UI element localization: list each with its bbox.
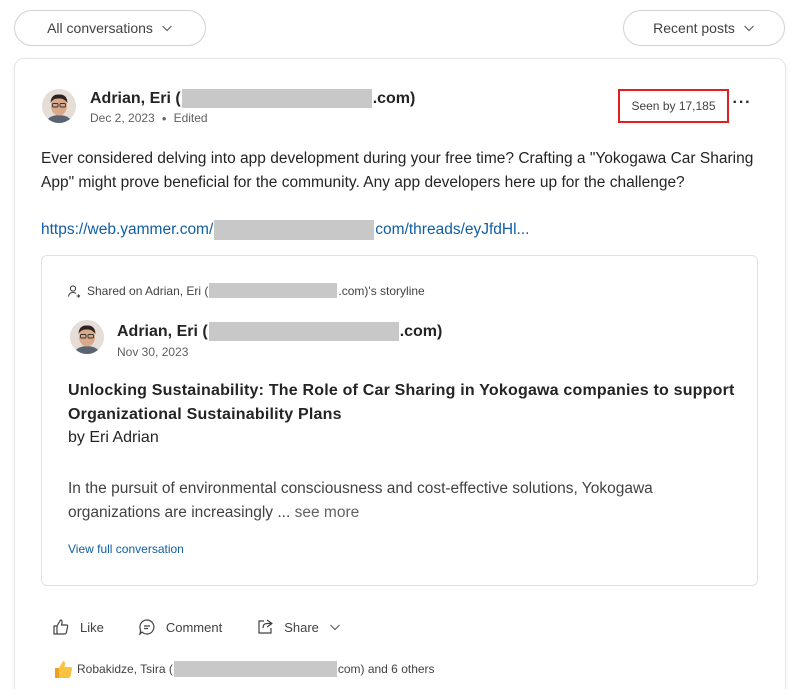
post-link[interactable]: https://web.yammer.com/ com/threads/eyJf…: [41, 220, 529, 240]
like-label: Like: [80, 619, 104, 635]
redacted-email: [208, 322, 399, 341]
author-name[interactable]: Adrian, Eri ( .com): [90, 89, 415, 108]
chevron-down-icon: [329, 624, 340, 631]
link-suffix: com/threads/eyJfdHl...: [375, 221, 530, 238]
author-avatar[interactable]: [42, 89, 76, 123]
excerpt-text: In the pursuit of environmental consciou…: [68, 480, 653, 521]
shared-author-avatar[interactable]: [70, 320, 104, 354]
redacted-email: [209, 283, 338, 298]
all-conversations-label: All conversations: [47, 20, 153, 36]
separator-dot: ●: [161, 113, 167, 123]
share-person-icon: [67, 284, 81, 298]
article-title[interactable]: Unlocking Sustainability: The Role of Ca…: [68, 379, 748, 427]
thumbs-up-icon: [53, 619, 69, 635]
comment-icon: [138, 619, 155, 636]
like-reaction-icon: [55, 661, 73, 678]
redacted-email: [173, 661, 337, 677]
redacted-email: [181, 89, 372, 108]
shared-author-domain: .com): [399, 322, 443, 340]
reactions-prefix: Robakidze, Tsira (: [77, 662, 173, 676]
redacted-link: [214, 220, 375, 240]
post-body: Ever considered delving into app develop…: [41, 150, 754, 191]
shared-post-meta: Nov 30, 2023: [117, 345, 188, 359]
comment-button[interactable]: Comment: [138, 618, 222, 636]
chevron-down-icon: [743, 25, 754, 32]
post-date[interactable]: Dec 2, 2023: [90, 111, 155, 125]
post-meta: Dec 2, 2023 ● Edited: [90, 111, 208, 125]
reactions-suffix: com) and 6 others: [337, 662, 435, 676]
shared-post-date[interactable]: Nov 30, 2023: [117, 345, 188, 359]
shared-on-storyline: Shared on Adrian, Eri ( .com)'s storylin…: [67, 283, 425, 298]
chevron-down-icon: [161, 25, 172, 32]
see-more-link[interactable]: see more: [295, 504, 360, 521]
avatar-image: [70, 320, 104, 354]
view-full-conversation-link[interactable]: View full conversation: [68, 542, 184, 556]
author-name-text: Adrian, Eri (: [90, 89, 181, 107]
shared-head-prefix: Shared on Adrian, Eri (: [87, 283, 209, 298]
seen-by-text: Seen by 17,185: [631, 99, 716, 113]
comment-label: Comment: [165, 619, 223, 635]
share-label: Share: [284, 619, 319, 635]
avatar-image: [42, 89, 76, 123]
shared-author-text: Adrian, Eri (: [117, 322, 208, 340]
post-actions: Like Comment Share: [52, 618, 341, 636]
article-excerpt: In the pursuit of environmental consciou…: [68, 477, 748, 525]
more-options-button[interactable]: ···: [732, 95, 752, 116]
share-icon: [258, 619, 273, 634]
recent-posts-label: Recent posts: [653, 20, 735, 36]
shared-head-suffix: .com)'s storyline: [338, 283, 425, 298]
like-button[interactable]: Like: [52, 618, 104, 636]
author-domain-text: .com): [372, 89, 416, 107]
link-prefix: https://web.yammer.com/: [41, 221, 214, 238]
article-byline: by Eri Adrian: [68, 429, 159, 446]
recent-posts-dropdown[interactable]: Recent posts: [623, 10, 785, 46]
edited-label: Edited: [173, 111, 208, 125]
seen-by-count[interactable]: Seen by 17,185: [618, 89, 729, 123]
share-button[interactable]: Share: [256, 618, 341, 636]
reactions-summary[interactable]: Robakidze, Tsira ( com) and 6 others: [52, 658, 435, 680]
shared-author-name[interactable]: Adrian, Eri ( .com): [117, 322, 442, 341]
all-conversations-dropdown[interactable]: All conversations: [14, 10, 206, 46]
